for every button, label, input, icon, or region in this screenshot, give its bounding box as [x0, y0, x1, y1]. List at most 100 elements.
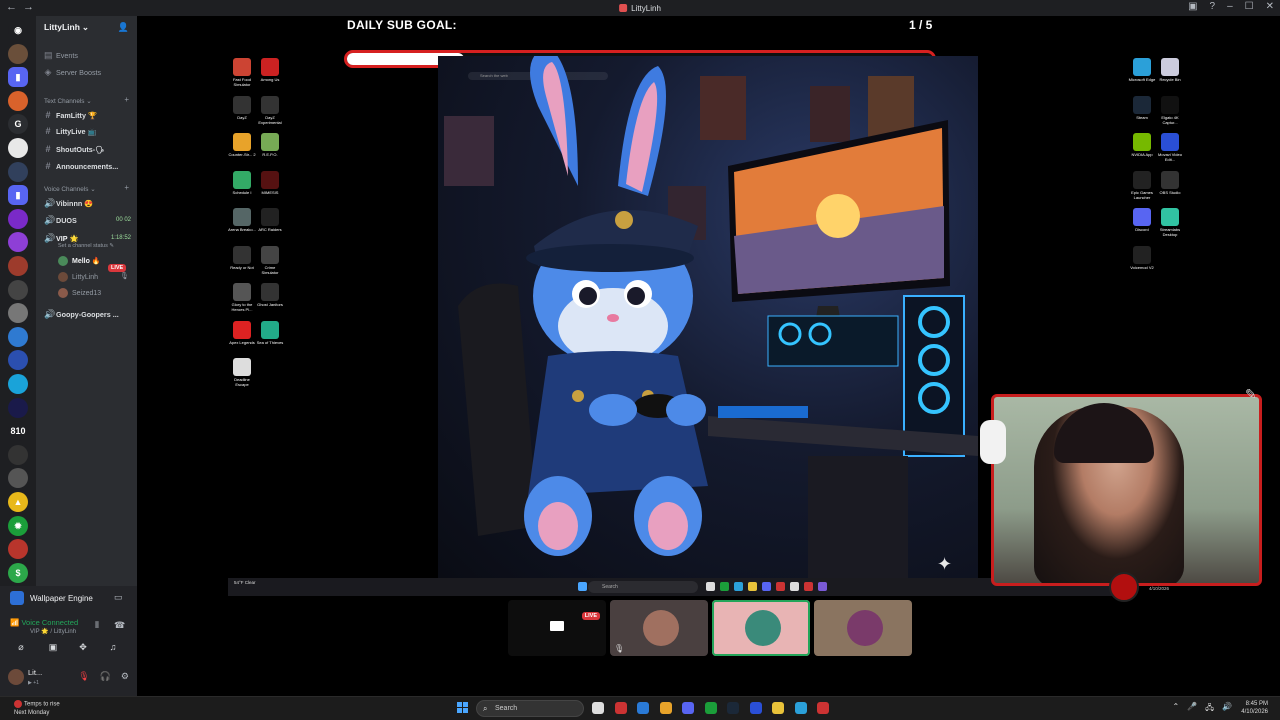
server-icon-14[interactable] [8, 350, 28, 371]
desktop-shortcut[interactable]: R.E.P.O. [256, 133, 284, 157]
server-icon-9[interactable] [8, 232, 28, 253]
xbox-icon[interactable] [704, 702, 717, 714]
server-icon-12[interactable] [8, 303, 28, 324]
help-icon[interactable]: ? [1210, 1, 1216, 12]
desktop-shortcut[interactable]: Sea of Thieves [256, 320, 284, 345]
edge-taskbar-icon[interactable] [794, 702, 807, 714]
server-icon-10[interactable] [8, 256, 28, 276]
chrome-icon[interactable] [659, 702, 672, 714]
server-icon-2[interactable]: ▮ [8, 67, 28, 88]
start-button[interactable] [457, 702, 469, 714]
screen-share-icon[interactable]: ▭ [114, 592, 123, 603]
volume-icon[interactable]: 🔊 [1222, 702, 1232, 716]
server-icon-7[interactable]: ▮ [8, 185, 28, 206]
desktop-shortcut[interactable]: OBS Studio [1156, 170, 1184, 195]
desktop-shortcut[interactable]: Microsoft Edge [1128, 58, 1156, 82]
desktop-shortcut[interactable]: Recycle Bin [1156, 58, 1184, 82]
headphones-icon[interactable]: 🎧 [100, 671, 111, 682]
desktop-shortcut[interactable]: Apex Legends [228, 320, 256, 345]
desktop-shortcut[interactable]: Schedule I [228, 170, 256, 195]
server-icon-6[interactable] [8, 161, 28, 182]
server-icon-18[interactable] [8, 444, 28, 465]
voice-connected-status[interactable]: 📶 Voice Connected [10, 618, 78, 627]
boosts-item[interactable]: ◈ Server Boosts [44, 67, 102, 78]
server-icon-11[interactable] [8, 279, 28, 300]
desktop-shortcut[interactable]: Movavi Video Edit... [1156, 133, 1184, 162]
channel-littylive[interactable]: # LittyLive 📺 [44, 126, 96, 136]
maximize-button[interactable]: ☐ [1245, 1, 1254, 12]
events-item[interactable]: ▤ Events [44, 50, 78, 61]
task-view-icon[interactable] [592, 702, 604, 714]
voice-category[interactable]: Voice Channels ⌄ [44, 185, 96, 193]
activity-status[interactable]: Wallpaper Engine [10, 591, 93, 605]
server-icon-5[interactable] [8, 138, 28, 158]
network-icon[interactable]: 🖧 [1205, 702, 1214, 716]
server-icon-19[interactable] [8, 468, 28, 489]
channel-shoutouts[interactable]: # ShoutOuts-🗣 [44, 144, 104, 154]
desktop-shortcut[interactable]: DayZ Experimental [256, 95, 284, 125]
stream-view[interactable]: DAILY SUB GOAL: 1 / 5 Fast Food Simulato… [137, 16, 1280, 696]
taskbar-search[interactable]: ⌕ Search [476, 700, 584, 717]
participant-tile[interactable] [814, 600, 912, 656]
discord-taskbar-icon[interactable] [682, 702, 694, 714]
desktop-shortcut[interactable]: Counter-Str... 2 [228, 133, 256, 157]
stream-tile[interactable]: LIVE [508, 600, 606, 656]
voice-channel-goopy[interactable]: 🔊 Goopy-Goopers ... [44, 309, 119, 320]
desktop-shortcut[interactable]: MIMESIS [256, 170, 284, 195]
desktop-shortcut[interactable]: Among Us [256, 58, 284, 82]
soundboard-button[interactable]: ♫ [104, 642, 122, 656]
member-seized13[interactable]: Seized13 [58, 288, 101, 298]
server-icon-21[interactable]: ✹ [8, 515, 28, 536]
mic-muted-icon[interactable]: 🎙 [78, 671, 89, 682]
activities-button[interactable]: ✥ [74, 642, 92, 656]
server-icon-16[interactable] [8, 397, 28, 418]
add-voice-channel-icon[interactable]: + [124, 183, 129, 192]
desktop-shortcut[interactable]: Voicemod V2 [1128, 245, 1156, 270]
app-blue-icon[interactable] [749, 702, 762, 714]
back-icon[interactable]: ← [6, 1, 17, 13]
participant-tile[interactable] [712, 600, 810, 656]
desktop-shortcut[interactable]: Epic Games Launcher [1128, 170, 1156, 200]
add-member-icon[interactable]: 👤 [118, 22, 129, 33]
desktop-shortcut[interactable]: Glory to the Heroes Pl... [228, 283, 256, 312]
current-user[interactable]: Lit... ▶ +1 [8, 668, 42, 686]
server-icon-22[interactable] [8, 539, 28, 560]
desktop-shortcut[interactable]: Streamlabs Desktop [1156, 208, 1184, 237]
noise-suppression-icon[interactable]: ⦀ [95, 620, 99, 631]
desktop-shortcut[interactable]: Fast Food Simulator [228, 58, 256, 87]
participant-tile[interactable]: 🎙 [610, 600, 708, 656]
add-text-channel-icon[interactable]: + [124, 95, 129, 104]
desktop-shortcut[interactable]: Arena Breako... [228, 208, 256, 232]
camera-button[interactable]: ⌀ [12, 642, 30, 656]
channel-announcements[interactable]: # Announcements... [44, 161, 118, 171]
app-red-icon[interactable] [614, 702, 627, 714]
server-icon-1[interactable] [8, 43, 28, 64]
member-mello[interactable]: Mello 🔥 [58, 256, 101, 266]
server-icon-23[interactable]: $ [8, 562, 28, 583]
desktop-shortcut[interactable]: Discord [1128, 208, 1156, 232]
server-icon-4[interactable]: G [8, 114, 28, 135]
desktop-shortcut[interactable]: Steam [1128, 95, 1156, 120]
discord-home-icon[interactable]: ◉ [8, 20, 28, 40]
server-icon-17[interactable]: 810 [8, 421, 28, 442]
file-explorer-icon[interactable] [772, 702, 784, 714]
weather-widget[interactable]: Temps to rise Next Monday [14, 700, 60, 717]
voice-channel-vibinnn[interactable]: 🔊 Vibinnn 😍 [44, 198, 93, 209]
desktop-shortcut[interactable]: Deadline Escape [228, 358, 256, 387]
inbox-icon[interactable]: ▣ [1188, 1, 1197, 12]
server-icon-13[interactable] [8, 326, 28, 347]
server-icon-20[interactable]: ▲ [8, 492, 28, 512]
disconnect-icon[interactable]: ☎ [114, 620, 125, 631]
gear-icon[interactable]: ⚙ [121, 671, 129, 682]
share-screen-button[interactable]: ▣ [44, 642, 62, 656]
server-icon-8[interactable] [8, 208, 28, 229]
desktop-shortcut[interactable]: DayZ [228, 95, 256, 120]
steam-taskbar-icon[interactable] [727, 702, 739, 714]
microphone-icon[interactable]: 🎤 [1187, 702, 1197, 716]
server-icon-3[interactable] [8, 90, 28, 111]
desktop-shortcut[interactable]: ARC Raiders [256, 208, 284, 232]
set-channel-status[interactable]: Set a channel status ✎ [58, 243, 114, 249]
server-icon-15[interactable] [8, 374, 28, 394]
voice-channel-duos[interactable]: 🔊 DUOS [44, 215, 77, 226]
channel-famlitty[interactable]: # FamLitty 🏆 [44, 110, 96, 120]
